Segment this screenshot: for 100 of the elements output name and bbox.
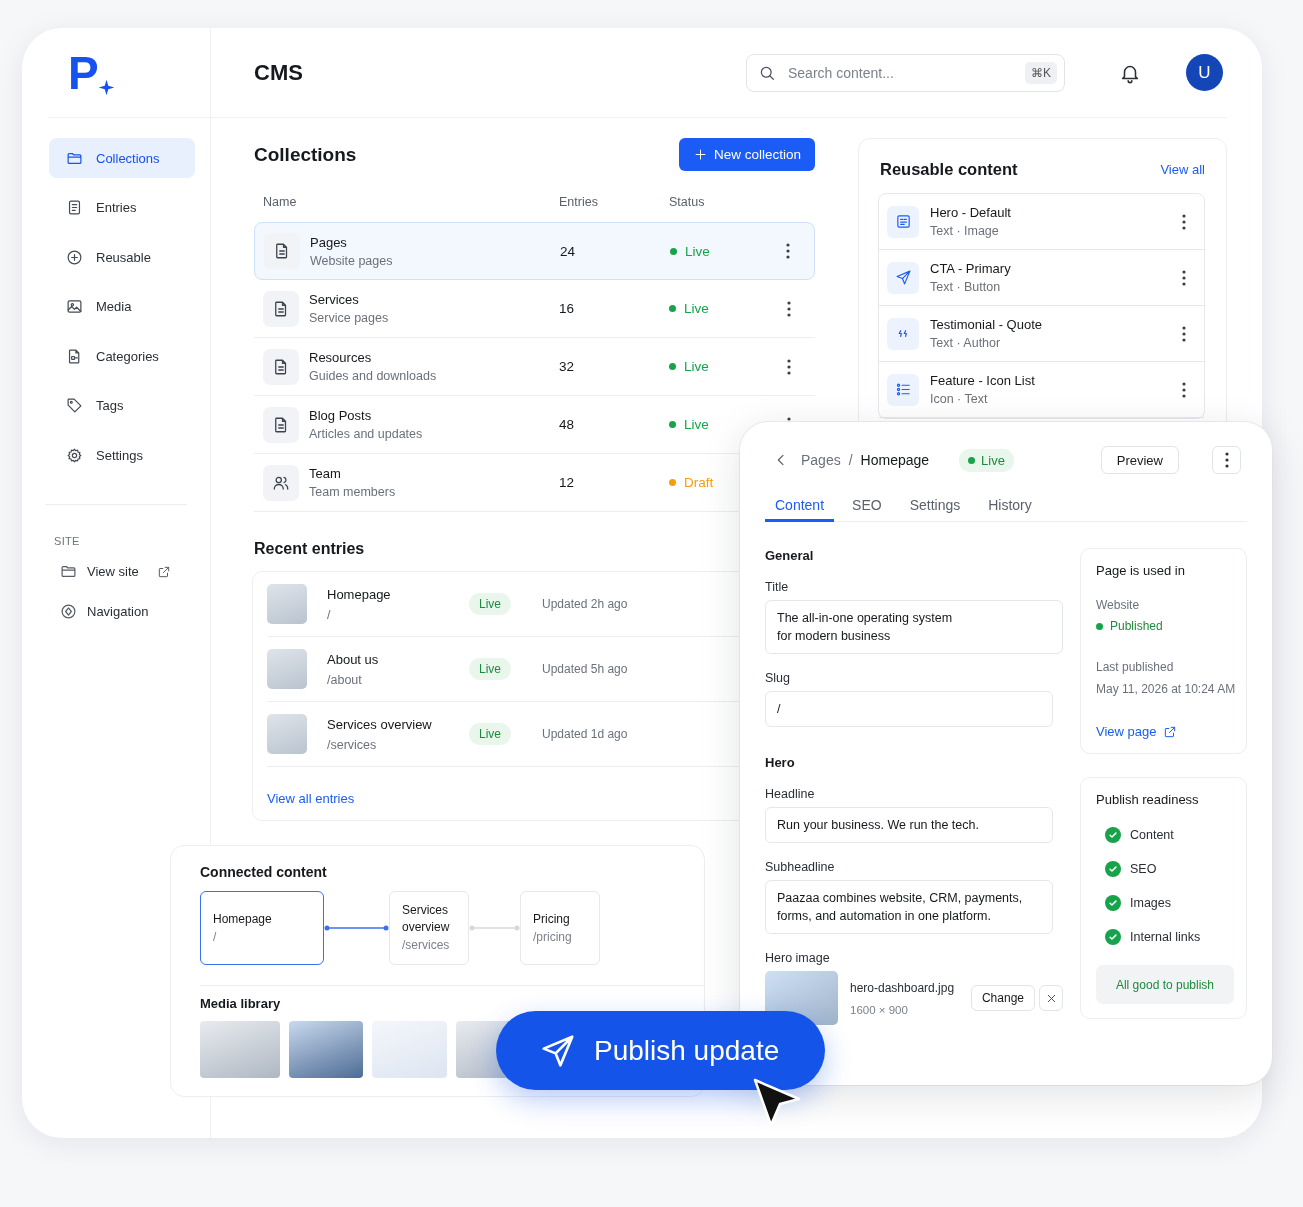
tab[interactable]: SEO <box>842 490 892 522</box>
quote-icon <box>887 317 919 350</box>
more-icon <box>1224 452 1229 468</box>
more-icon <box>1182 213 1186 230</box>
entry-name[interactable]: Homepage <box>327 586 469 602</box>
connector-line <box>324 925 389 931</box>
section-title: General <box>765 548 815 563</box>
field-label: Subheadline <box>765 860 836 874</box>
view-page-link[interactable]: View page <box>1096 724 1157 739</box>
text-field[interactable]: Run your business. We run the tech. <box>765 807 1053 843</box>
view-all-link[interactable]: View all <box>1160 161 1205 177</box>
collection-row[interactable]: Services Service pages 16 Live <box>254 280 815 338</box>
field-label: Title <box>765 580 790 594</box>
collection-description: Guides and downloads <box>309 369 437 383</box>
entry-count: 16 <box>559 301 576 316</box>
more-icon <box>1182 269 1186 286</box>
site-label: Website <box>1096 598 1141 612</box>
publish-button[interactable]: Publish update <box>496 1011 825 1090</box>
readiness-summary: All good to publish <box>1096 965 1234 1004</box>
status-badge: Live <box>959 448 1014 472</box>
sidebar-item[interactable]: Media <box>49 286 195 327</box>
more-icon <box>787 358 791 375</box>
file-name: hero-dashboard.jpg <box>850 980 956 995</box>
block-meta: Icon · Text <box>930 392 989 406</box>
tab[interactable]: Content <box>765 490 835 522</box>
document-icon <box>263 348 299 385</box>
collection-name: Pages <box>310 234 348 250</box>
collection-name: Resources <box>309 350 373 365</box>
status-text: Live <box>684 359 709 374</box>
people-icon <box>263 464 299 501</box>
entry-count: 12 <box>559 475 576 490</box>
check-label: Content <box>1130 828 1174 842</box>
check-label: SEO <box>1130 862 1157 876</box>
preview-button[interactable]: Preview <box>1100 446 1179 474</box>
block-name[interactable]: Testimonial - Quote <box>930 317 1165 332</box>
updated-time: Updated 5h ago <box>542 662 629 676</box>
sidebar-item[interactable]: Reusable <box>49 237 195 277</box>
section-title: Hero <box>765 755 796 770</box>
more-icon <box>1182 325 1186 342</box>
entry-count: 48 <box>559 417 576 432</box>
entry-count: 24 <box>560 243 577 259</box>
block-name[interactable]: Hero - Default <box>930 205 1165 220</box>
change-button[interactable]: Change <box>970 985 1035 1011</box>
section-title: Connected content <box>200 864 328 882</box>
text-field[interactable]: / <box>765 691 1053 727</box>
document-icon <box>263 406 299 443</box>
sidebar-item[interactable]: Entries <box>49 187 195 228</box>
field-label: Slug <box>765 671 792 685</box>
photo-placeholder <box>267 649 307 689</box>
card-title: Page is used in <box>1096 563 1186 578</box>
page-node[interactable]: Services overview /services <box>389 891 469 965</box>
sidebar-item[interactable]: Collections <box>49 138 195 178</box>
list-icon <box>887 373 919 406</box>
sidebar-link[interactable]: Navigation <box>60 603 149 620</box>
collection-row[interactable]: Resources Guides and downloads 32 Live <box>254 338 815 396</box>
field-label: Headline <box>765 787 816 801</box>
text-field[interactable]: The all-in-one operating system for modern business <box>765 600 1063 654</box>
collection-name: Services <box>309 292 360 307</box>
entry-count: 32 <box>559 359 576 374</box>
document-icon <box>263 290 299 327</box>
card-title: Publish readiness <box>1096 792 1200 807</box>
plus-circle-icon <box>66 248 83 266</box>
collection-row[interactable]: Pages Website pages 24 Live <box>254 222 815 280</box>
more-icon <box>787 300 791 317</box>
more-icon <box>786 243 790 259</box>
tab[interactable]: History <box>978 490 1042 522</box>
entry-name[interactable]: About us <box>327 651 469 667</box>
status-badge: Live <box>469 593 511 615</box>
section-label: SITE <box>54 535 81 547</box>
plus-icon <box>692 147 708 162</box>
sidebar-item[interactable]: Settings <box>49 435 195 475</box>
sidebar-item[interactable]: Categories <box>49 336 195 376</box>
photo-placeholder <box>267 584 307 624</box>
photo-placeholder <box>267 714 307 754</box>
more-icon <box>1182 381 1186 398</box>
entry-name[interactable]: Services overview <box>327 716 469 732</box>
folder-icon <box>60 563 77 580</box>
status-badge: Live <box>469 723 511 745</box>
image-icon <box>66 298 83 315</box>
block-name[interactable]: CTA - Primary <box>930 261 1165 276</box>
text-field[interactable]: Paazaa combines website, CRM, payments, forms, and automation in one platform. <box>765 880 1053 934</box>
page-title: CMS <box>254 59 304 86</box>
sidebar-item[interactable]: Tags <box>49 385 195 426</box>
collection-description: Website pages <box>310 253 393 268</box>
target-icon <box>60 603 77 620</box>
block-meta: Text · Image <box>930 224 1000 238</box>
page-node[interactable]: Homepage / <box>200 891 324 965</box>
page-node[interactable]: Pricing /pricing <box>520 891 600 965</box>
send-icon <box>887 261 919 294</box>
view-all-entries-link[interactable]: View all entries <box>267 791 355 806</box>
image-dimensions: 1600 × 900 <box>850 1003 909 1016</box>
avatar[interactable]: U <box>1186 54 1223 91</box>
tab[interactable]: Settings <box>899 490 971 522</box>
document-icon <box>264 233 300 269</box>
sidebar-link[interactable]: View site <box>60 563 139 580</box>
external-link-icon <box>1163 724 1178 739</box>
new-collection-button[interactable]: New collection <box>678 138 815 171</box>
status-text: Draft <box>684 475 714 490</box>
block-name[interactable]: Feature - Icon List <box>930 373 1165 388</box>
last-published-date: May 11, 2026 at 10:24 AM <box>1096 682 1234 696</box>
